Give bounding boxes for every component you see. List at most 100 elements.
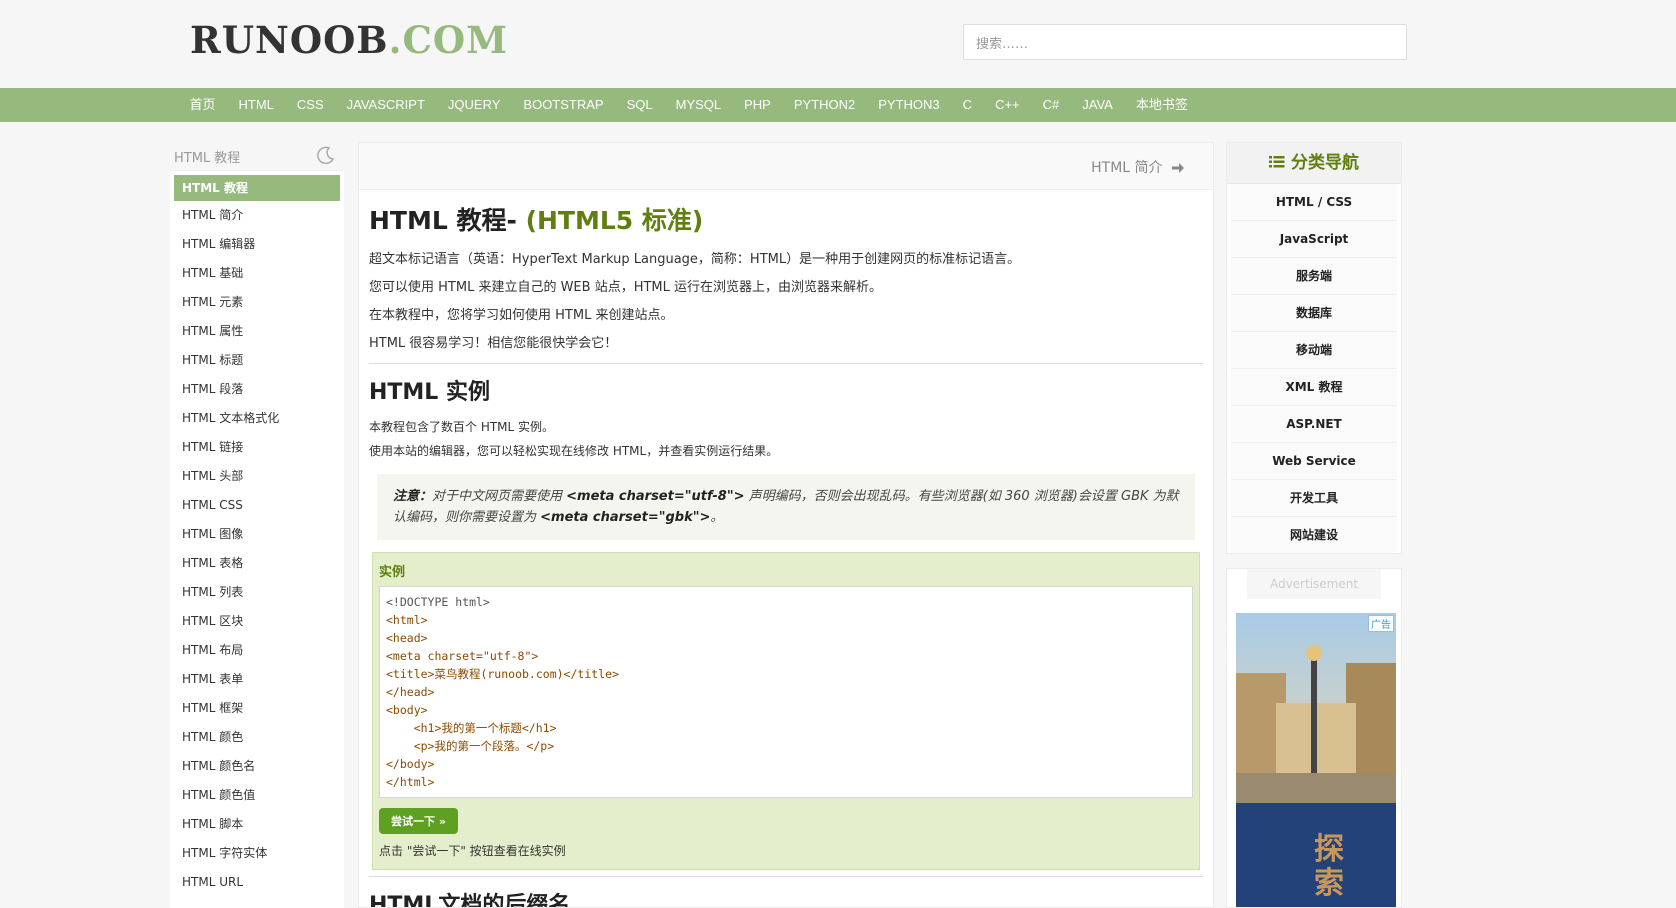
nav-item[interactable]: SQL <box>615 88 664 122</box>
sidebar-item[interactable]: HTML 编辑器 <box>174 230 340 259</box>
code-line: <body> <box>386 703 428 717</box>
section1-para-1: 本教程包含了数百个 HTML 实例。 <box>369 420 555 434</box>
category-item[interactable]: 服务端 <box>1231 258 1397 295</box>
note-label: 注意： <box>393 489 433 504</box>
nav-item[interactable]: JQUERY <box>436 88 512 122</box>
sidebar-item[interactable]: HTML 表格 <box>174 549 340 578</box>
nav-item[interactable]: CSS <box>285 88 335 122</box>
nav-item[interactable]: 本地书签 <box>1124 88 1199 122</box>
advertisement-box: Advertisement 广告 探索 <box>1226 568 1402 908</box>
note-text-1: 对于中文网页需要使用 <box>432 489 567 504</box>
nav-item[interactable]: PHP <box>733 88 783 122</box>
sidebar-item[interactable]: HTML 简介 <box>174 201 340 230</box>
nav-item[interactable]: 首页 <box>178 88 227 122</box>
nav-item[interactable]: HTML <box>227 88 285 122</box>
nav-item[interactable]: PYTHON3 <box>867 88 951 122</box>
sidebar-item[interactable]: HTML 元素 <box>174 288 340 317</box>
next-page-label: HTML 简介 <box>1091 160 1163 176</box>
code-line: </body> <box>386 757 435 771</box>
sidebar-item[interactable]: HTML 区块 <box>174 607 340 636</box>
left-sidebar: HTML 教程 HTML 教程 HTML 简介 HTML 编辑器 HTML 基础 HTM… <box>170 142 344 908</box>
right-sidebar: 分类导航 HTML / CSS JavaScript 服务端 数据库 移动端 XML 教程… <box>1226 142 1402 554</box>
nav-item[interactable]: JAVA <box>1071 88 1125 122</box>
sidebar-item[interactable]: HTML 脚本 <box>174 810 340 839</box>
sidebar-item[interactable]: HTML 表单 <box>174 665 340 694</box>
next-page-link[interactable]: HTML 简介 <box>1091 157 1185 177</box>
page-title-main: HTML 教程- <box>369 206 526 235</box>
sidebar-item[interactable]: HTML 布局 <box>174 636 340 665</box>
nav-item[interactable]: C <box>951 88 983 122</box>
ad-label: Advertisement <box>1247 569 1381 599</box>
category-item[interactable]: Web Service <box>1231 443 1397 480</box>
try-it-button[interactable]: 尝试一下 » <box>379 808 458 834</box>
try-it-note: 点击 "尝试一下" 按钮查看在线实例 <box>379 844 566 858</box>
note-text-3: 。 <box>710 510 724 525</box>
section-title-examples: HTML 实例 <box>369 380 490 405</box>
page-title-sub: (HTML5 标准) <box>525 206 704 235</box>
category-item[interactable]: 网站建设 <box>1231 517 1397 554</box>
sidebar-item[interactable]: HTML 链接 <box>174 433 340 462</box>
code-line: </html> <box>386 775 435 789</box>
ad-badge: 广告 <box>1368 615 1394 632</box>
note-code-1: <meta charset="utf-8"> <box>566 489 745 504</box>
sidebar-item[interactable]: HTML CSS <box>174 491 340 520</box>
section-title-suffix: HTML文档的后缀名 <box>369 893 571 908</box>
code-line: <head> <box>386 631 428 645</box>
sidebar-item[interactable]: HTML 字符实体 <box>174 839 340 868</box>
code-line: <h1>我的第一个标题</h1> <box>386 721 557 735</box>
nav-item[interactable]: JAVASCRIPT <box>335 88 436 122</box>
search-input[interactable]: 搜索…… <box>963 24 1407 60</box>
category-item[interactable]: HTML / CSS <box>1231 184 1397 221</box>
category-item[interactable]: XML 教程 <box>1231 369 1397 406</box>
note-code-2: <meta charset="gbk"> <box>540 510 711 525</box>
code-line: </head> <box>386 685 435 699</box>
sidebar-item[interactable]: HTML 颜色名 <box>174 752 340 781</box>
ad-image[interactable]: 广告 探索 <box>1236 613 1396 907</box>
code-line: <p>我的第一个段落。</p> <box>386 739 555 753</box>
sidebar-item[interactable]: HTML 文本格式化 <box>174 404 340 433</box>
sidebar-item[interactable]: HTML 标题 <box>174 346 340 375</box>
ad-text: 探索 <box>1314 832 1344 901</box>
page-title: HTML 教程- (HTML5 标准) <box>369 201 1203 237</box>
intro-para-3: 在本教程中，您将学习如何使用 HTML 来创建站点。 <box>369 308 674 323</box>
top-nav: 首页 HTML CSS JAVASCRIPT JQUERY BOOTSTRAP SQL MYS… <box>0 88 1676 122</box>
nav-item[interactable]: C++ <box>984 88 1032 122</box>
arrow-right-icon <box>1172 163 1184 173</box>
divider <box>369 876 1203 877</box>
sidebar-item[interactable]: HTML 教程 <box>174 175 340 201</box>
code-line: <!DOCTYPE html> <box>386 595 490 609</box>
sidebar-item[interactable]: HTML 框架 <box>174 694 340 723</box>
category-item[interactable]: JavaScript <box>1231 221 1397 258</box>
category-item[interactable]: 数据库 <box>1231 295 1397 332</box>
code-block: <!DOCTYPE html> <html> <head> <meta charset… <box>379 586 1193 798</box>
nav-item[interactable]: MYSQL <box>664 88 733 122</box>
sidebar-item[interactable]: HTML 颜色 <box>174 723 340 752</box>
category-item[interactable]: 开发工具 <box>1231 480 1397 517</box>
sidebar-item[interactable]: HTML 基础 <box>174 259 340 288</box>
moon-icon[interactable] <box>316 145 336 165</box>
sidebar-item[interactable]: HTML 头部 <box>174 462 340 491</box>
sidebar-item[interactable]: HTML 图像 <box>174 520 340 549</box>
intro-para-1: 超文本标记语言（英语：HyperText Markup Language，简称：… <box>369 252 1021 267</box>
sidebar-item[interactable]: HTML 属性 <box>174 317 340 346</box>
code-line: <meta charset="utf-8"> <box>386 649 539 663</box>
intro-para-2: 您可以使用 HTML 来建立自己的 WEB 站点，HTML 运行在浏览器上，由浏… <box>369 280 882 295</box>
sidebar-item[interactable]: HTML URL <box>174 868 340 897</box>
sidebar-item[interactable]: HTML 列表 <box>174 578 340 607</box>
note-box: 注意：对于中文网页需要使用 <meta charset="utf-8"> 声明编… <box>377 474 1195 540</box>
category-item[interactable]: 移动端 <box>1231 332 1397 369</box>
nav-item[interactable]: BOOTSTRAP <box>512 88 615 122</box>
sidebar-header: HTML 教程 <box>170 142 344 171</box>
logo-part2: .COM <box>388 18 509 62</box>
category-nav-title: 分类导航 <box>1290 153 1359 173</box>
sidebar-item[interactable]: HTML 段落 <box>174 375 340 404</box>
main-content: HTML 简介 HTML 教程- (HTML5 标准) 超文本标记语言（英语：H… <box>358 142 1214 908</box>
category-item[interactable]: ASP.NET <box>1231 406 1397 443</box>
nav-item[interactable]: C# <box>1031 88 1071 122</box>
code-line: <html> <box>386 613 428 627</box>
logo-part1: RUNOOB <box>190 18 389 62</box>
sidebar-item[interactable]: HTML 颜色值 <box>174 781 340 810</box>
divider <box>369 363 1203 364</box>
nav-item[interactable]: PYTHON2 <box>782 88 866 122</box>
site-logo[interactable]: RUNOOB.COM <box>190 18 508 62</box>
